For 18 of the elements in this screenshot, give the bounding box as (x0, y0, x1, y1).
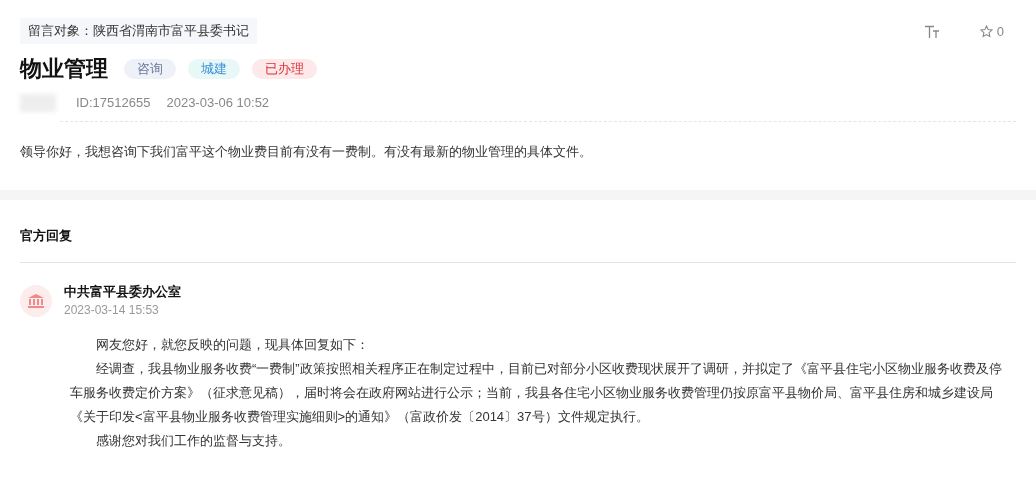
post-time: 2023-03-06 10:52 (166, 94, 270, 113)
building-icon (20, 285, 52, 317)
post-id: ID:17512655 (76, 94, 151, 113)
target-label: 留言对象：陕西省渭南市富平县委书记 (20, 18, 257, 44)
star-icon[interactable] (979, 25, 993, 39)
reply-paragraph: 经调查，我县物业服务收费“一费制”政策按照相关程序正在制定过程中，目前已对部分小区收费现状展开了调研，并拟定了《富平县住宅小区物业服务收费及停车服务收费定价方案》（征求意见稿），届时将会在政府网站进行公示；当前，我县各住宅小区物业服务收费管理仍按原富平县物价局、富平县住房和城乡建设局《关于印发<富平县物业服务收费管理实施细则>的通知》（富政价发〔2014〕37号）文件规定执行。 (70, 360, 1002, 426)
tag: 已办理 (252, 58, 317, 79)
question-text: 领导你好，我想咨询下我们富平这个物业费目前有没有一费制。有没有最新的物业管理的具体文件。 (20, 143, 593, 161)
page-title: 物业管理 (20, 55, 108, 83)
reply-paragraph: 感谢您对我们工作的监督与支持。 (95, 432, 292, 450)
favorite-count: 0 (996, 23, 1004, 41)
reply-paragraph: 网友您好，就您反映的问题，现具体回复如下： (95, 336, 370, 354)
section-heading: 官方回复 (20, 227, 73, 245)
reply-author: 中共富平县委办公室 (64, 283, 181, 301)
tag: 城建 (188, 58, 240, 79)
tag: 咨询 (124, 58, 176, 79)
reply-time: 2023-03-14 15:53 (64, 302, 160, 319)
font-size-icon[interactable] (923, 24, 940, 39)
